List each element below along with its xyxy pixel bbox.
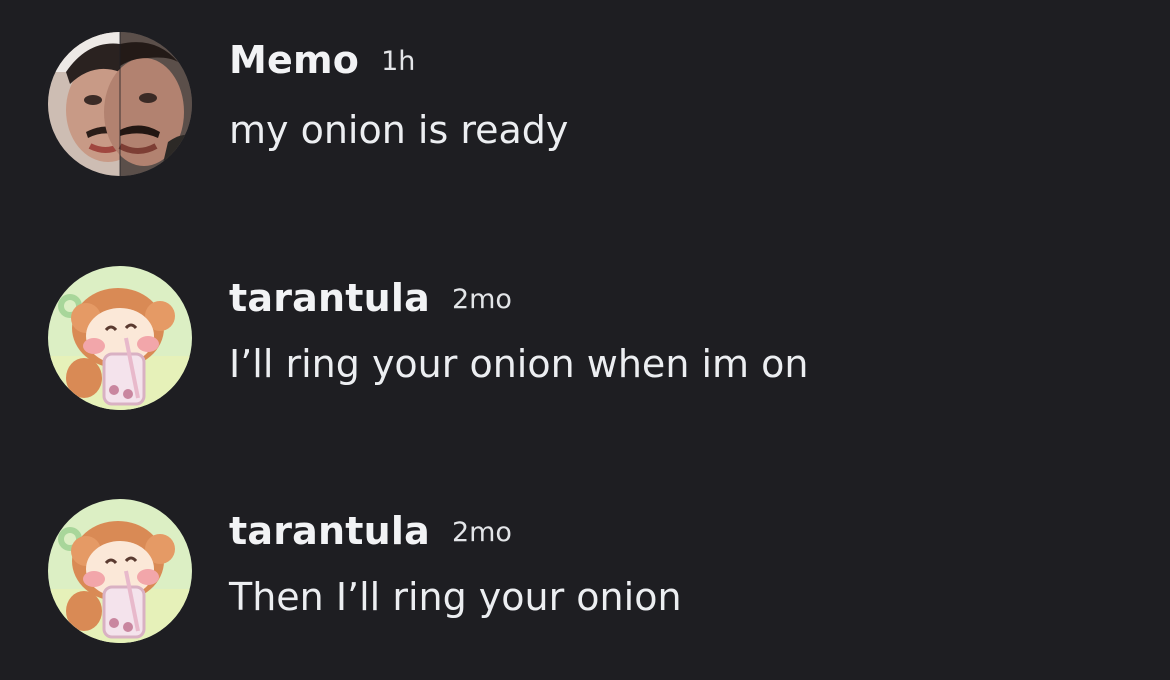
message-item[interactable]: tarantula 2mo I’ll ring your onion when i…: [0, 234, 1170, 410]
message-content: I’ll ring your onion when im on: [229, 342, 809, 386]
author-name[interactable]: tarantula: [229, 509, 430, 553]
message-header: tarantula 2mo: [229, 509, 512, 553]
message-content: my onion is ready: [229, 108, 569, 152]
monkey-boba-avatar-icon: [48, 266, 192, 410]
timestamp: 1h: [381, 46, 416, 77]
timestamp: 2mo: [451, 284, 512, 315]
user-avatar[interactable]: [48, 499, 192, 643]
message-header: tarantula 2mo: [229, 276, 512, 320]
user-avatar[interactable]: [48, 32, 192, 176]
author-name[interactable]: tarantula: [229, 276, 430, 320]
message-content: Then I’ll ring your onion: [229, 575, 682, 619]
monkey-boba-avatar-icon: [48, 499, 192, 643]
user-avatar[interactable]: [48, 266, 192, 410]
message-item[interactable]: tarantula 2mo Then I’ll ring your onion: [0, 467, 1170, 643]
chat-message-list: Memo 1h my onion is ready tarantula 2mo …: [0, 0, 1170, 680]
author-name[interactable]: Memo: [229, 38, 359, 82]
message-header: Memo 1h: [229, 38, 415, 82]
timestamp: 2mo: [451, 517, 512, 548]
memo-face-avatar-icon: [48, 32, 192, 176]
message-item[interactable]: Memo 1h my onion is ready: [0, 0, 1170, 176]
